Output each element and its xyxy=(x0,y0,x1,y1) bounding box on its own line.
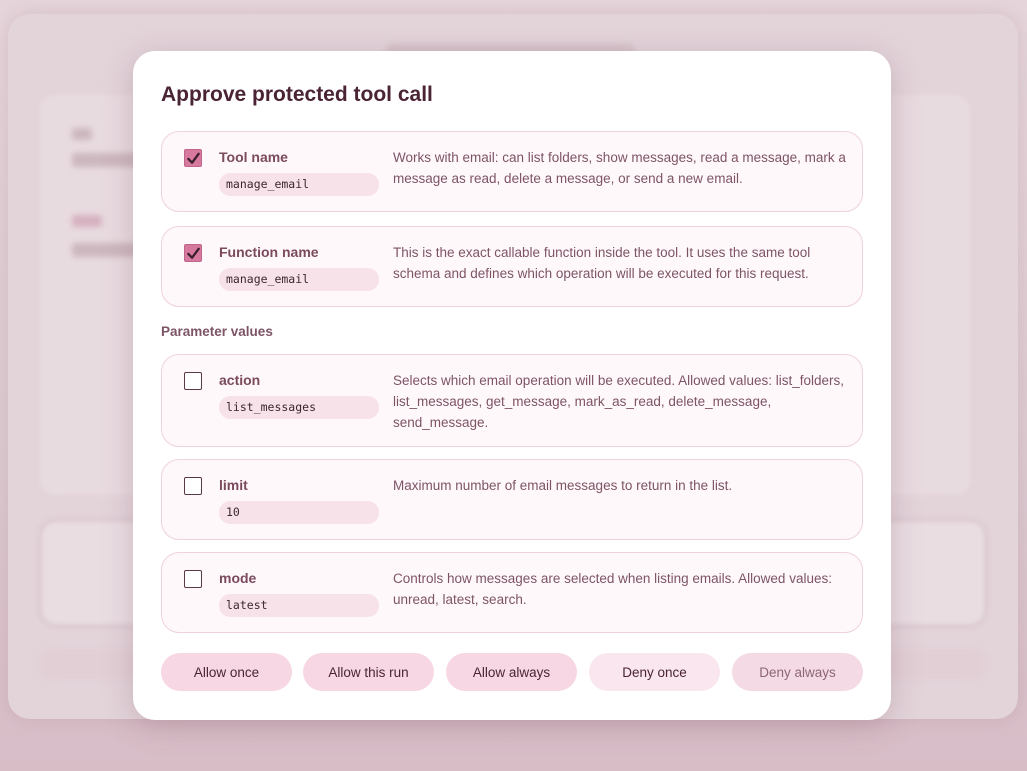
allow-once-button[interactable]: Allow once xyxy=(161,653,292,691)
parameter-value: list_messages xyxy=(219,396,379,419)
parameter-description: Maximum number of email messages to retu… xyxy=(393,478,733,493)
parameter-card-limit: limit 10 Maximum number of email message… xyxy=(161,459,863,540)
deny-always-button[interactable]: Deny always xyxy=(732,653,863,691)
tool-name-description: Works with email: can list folders, show… xyxy=(393,150,846,186)
function-name-label: Function name xyxy=(219,244,319,260)
checkmark-icon xyxy=(186,247,200,259)
parameter-label: limit xyxy=(219,477,248,493)
parameter-value: latest xyxy=(219,594,379,617)
checkmark-icon xyxy=(186,152,200,164)
limit-checkbox[interactable] xyxy=(184,477,202,495)
function-name-description: This is the exact callable function insi… xyxy=(393,245,811,281)
action-checkbox[interactable] xyxy=(184,372,202,390)
deny-once-button[interactable]: Deny once xyxy=(589,653,720,691)
approval-dialog: Approve protected tool call Tool name ma… xyxy=(133,51,891,720)
mode-checkbox[interactable] xyxy=(184,570,202,588)
function-name-card: Function name manage_email This is the e… xyxy=(161,226,863,307)
tool-name-checkbox[interactable] xyxy=(184,149,202,167)
parameter-values-heading: Parameter values xyxy=(161,324,273,339)
background-text xyxy=(72,153,142,167)
allow-always-button[interactable]: Allow always xyxy=(446,653,577,691)
dialog-title: Approve protected tool call xyxy=(161,83,433,106)
tool-name-value: manage_email xyxy=(219,173,379,196)
parameter-card-action: action list_messages Selects which email… xyxy=(161,354,863,447)
background-text xyxy=(72,215,102,227)
parameter-label: action xyxy=(219,372,261,388)
parameter-description: Selects which email operation will be ex… xyxy=(393,373,844,430)
parameter-value: 10 xyxy=(219,501,379,524)
parameter-label: mode xyxy=(219,570,257,586)
function-name-value: manage_email xyxy=(219,268,379,291)
parameter-card-mode: mode latest Controls how messages are se… xyxy=(161,552,863,633)
function-name-checkbox[interactable] xyxy=(184,244,202,262)
tool-name-card: Tool name manage_email Works with email:… xyxy=(161,131,863,212)
background-text xyxy=(72,243,142,257)
parameter-description: Controls how messages are selected when … xyxy=(393,571,832,607)
background-text xyxy=(72,128,92,140)
tool-name-label: Tool name xyxy=(219,149,288,165)
allow-this-run-button[interactable]: Allow this run xyxy=(303,653,434,691)
